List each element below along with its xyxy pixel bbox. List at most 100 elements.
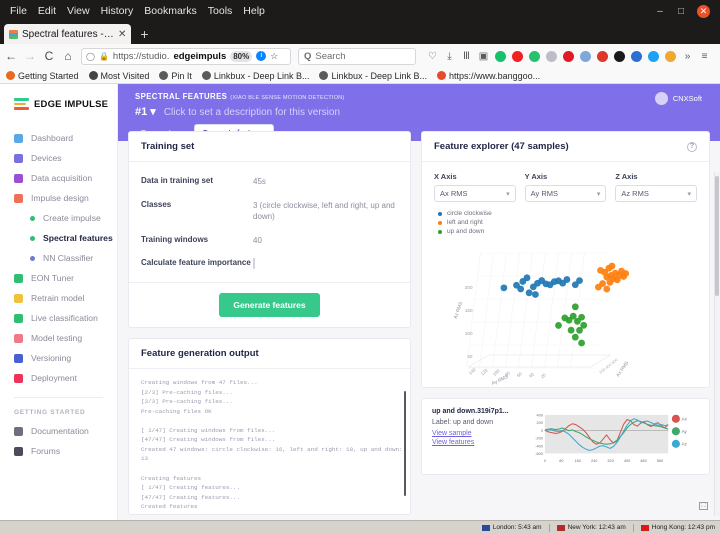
menu-item-tools[interactable]: Tools xyxy=(208,5,233,17)
menu-item-help[interactable]: Help xyxy=(243,5,265,17)
sidebar-icon[interactable]: ▣ xyxy=(478,51,489,62)
twitter-icon[interactable] xyxy=(648,50,659,62)
user-account[interactable]: CNXSoft xyxy=(654,92,702,105)
downloads-icon[interactable]: ⤓ xyxy=(444,51,455,62)
hamburger-menu-icon[interactable]: ≡ xyxy=(699,51,710,62)
feature-importance-checkbox[interactable] xyxy=(253,258,255,270)
fullscreen-icon[interactable]: ⛶ xyxy=(699,502,708,510)
scatter-point[interactable] xyxy=(622,270,630,277)
timeseries-legend-dot-Ay[interactable] xyxy=(671,427,680,436)
sidebar-item-create-impulse[interactable]: Create impulse xyxy=(0,208,117,228)
menu-item-file[interactable]: File xyxy=(10,5,27,17)
dark-extension-icon[interactable] xyxy=(614,50,625,62)
view-features-link[interactable]: View features xyxy=(432,439,510,446)
scatter-point[interactable] xyxy=(595,283,602,291)
sidebar-item-data-acquisition[interactable]: Data acquisition xyxy=(0,168,117,188)
search-input[interactable]: Search xyxy=(315,51,345,62)
new-tab-button[interactable]: + xyxy=(131,26,157,44)
maximize-button[interactable]: □ xyxy=(676,6,686,17)
menu-bar[interactable]: File Edit View History Bookmarks Tools H… xyxy=(6,5,265,17)
pocket-icon[interactable]: ♡ xyxy=(427,51,438,62)
scatter-series-up-and-down[interactable] xyxy=(555,303,588,347)
scatter-point[interactable] xyxy=(513,281,520,289)
brand-logo[interactable]: EDGE IMPULSE xyxy=(0,94,117,110)
menu-item-edit[interactable]: Edit xyxy=(38,5,56,17)
sidebar-item-live-classification[interactable]: Live classification xyxy=(0,308,117,328)
menu-item-history[interactable]: History xyxy=(101,5,134,17)
minimize-button[interactable]: – xyxy=(655,6,665,17)
overflow-icon[interactable]: » xyxy=(682,51,693,62)
x-axis-select[interactable]: Ax RMS ▾ xyxy=(434,185,516,202)
scatter-point[interactable] xyxy=(576,326,583,334)
close-button[interactable]: ✕ xyxy=(697,4,710,18)
bookmark-item[interactable]: https://www.banggoo... xyxy=(437,71,540,81)
browser-tab[interactable]: Spectral features - XIAO ✕ xyxy=(4,24,132,44)
scatter-series-circle-clockwise[interactable] xyxy=(500,274,583,298)
version-selector[interactable]: #1 ▾ xyxy=(135,105,156,118)
taskbar-clock[interactable]: Hong Kong: 12:43 pm xyxy=(640,524,715,531)
scatter-point[interactable] xyxy=(571,303,579,311)
honey-icon[interactable] xyxy=(665,50,676,62)
page-scrollbar-thumb[interactable] xyxy=(715,176,719,296)
scatter-point[interactable] xyxy=(555,322,562,329)
sidebar-item-model-testing[interactable]: Model testing xyxy=(0,328,117,348)
scatter-point[interactable] xyxy=(571,333,579,341)
timeseries-legend-dot-Az[interactable] xyxy=(671,439,680,448)
red-extension-icon[interactable] xyxy=(512,50,523,62)
search-bar[interactable]: Q Search xyxy=(298,47,416,65)
chat-extension-icon[interactable] xyxy=(529,50,540,62)
shield-extension-icon[interactable] xyxy=(597,50,608,62)
legend-item[interactable]: left and right xyxy=(438,219,697,226)
scatter-point[interactable] xyxy=(525,289,533,297)
view-sample-link[interactable]: View sample xyxy=(432,430,510,437)
sidebar-item-spectral-features[interactable]: Spectral features xyxy=(0,228,117,248)
sidebar-item-documentation[interactable]: Documentation xyxy=(0,421,117,441)
generate-features-button[interactable]: Generate features xyxy=(219,292,320,317)
scatter-point[interactable] xyxy=(563,276,571,283)
scatter-point[interactable] xyxy=(578,313,585,321)
taskbar-clock[interactable]: New York: 12:43 am xyxy=(556,524,626,531)
sidebar-item-nn-classifier[interactable]: NN Classifier xyxy=(0,248,117,268)
scatter-point[interactable] xyxy=(578,339,585,347)
grammarly-icon[interactable] xyxy=(495,50,506,62)
sidebar-item-eon-tuner[interactable]: EON Tuner xyxy=(0,268,117,288)
scatter-plot[interactable]: 50 100 150 200 Az RMS 140 120 100 80 60 40 20 Ay RMS… xyxy=(428,237,703,387)
menu-item-view[interactable]: View xyxy=(67,5,90,17)
log-scrollbar[interactable] xyxy=(403,390,406,496)
back-icon[interactable]: ← xyxy=(5,49,17,63)
sidebar-item-dashboard[interactable]: Dashboard xyxy=(0,128,117,148)
adblock-icon[interactable] xyxy=(563,50,574,62)
scatter-point[interactable] xyxy=(500,284,508,292)
scatter-point[interactable] xyxy=(603,285,611,293)
permissions-icon[interactable]: ◯ xyxy=(86,52,95,61)
zoom-level-badge[interactable]: 80% xyxy=(230,50,253,62)
legend-item[interactable]: up and down xyxy=(438,228,697,235)
bookmark-item[interactable]: Linkbux - Deep Link B... xyxy=(319,71,427,81)
scatter-point[interactable] xyxy=(567,326,575,334)
version-description-input[interactable]: Click to set a description for this vers… xyxy=(164,107,340,118)
help-icon[interactable]: ? xyxy=(687,141,697,152)
reload-icon[interactable]: C xyxy=(43,49,55,63)
y-axis-select[interactable]: Ay RMS ▾ xyxy=(524,185,607,202)
globe-extension-icon[interactable] xyxy=(546,50,557,62)
tab-close-icon[interactable]: ✕ xyxy=(118,29,126,40)
sidebar-item-impulse-design[interactable]: Impulse design xyxy=(0,188,117,208)
bookmark-item[interactable]: Pin It xyxy=(159,71,192,81)
library-icon[interactable]: Ⅲ xyxy=(461,51,472,62)
bookmark-item[interactable]: Getting Started xyxy=(6,71,79,81)
scatter-point[interactable] xyxy=(606,278,614,286)
url-bar[interactable]: ◯ 🔒 https://studio. edgeimpuls 80% i ☆ xyxy=(81,47,291,65)
link-extension-icon[interactable] xyxy=(580,50,591,62)
scatter-series-left-and-right[interactable] xyxy=(595,262,630,293)
scatter-point[interactable] xyxy=(608,262,616,270)
sidebar-item-deployment[interactable]: Deployment xyxy=(0,368,117,388)
bookmark-item[interactable]: Linkbux - Deep Link B... xyxy=(201,71,309,81)
sidebar-item-versioning[interactable]: Versioning xyxy=(0,348,117,368)
tracking-protection-icon[interactable]: i xyxy=(256,51,267,61)
taskbar-clock[interactable]: London: 5:43 am xyxy=(481,524,542,531)
bookmark-star-icon[interactable]: ☆ xyxy=(270,51,278,62)
timeseries-legend-dot-Ax[interactable] xyxy=(671,414,680,423)
z-axis-select[interactable]: Az RMS ▾ xyxy=(615,185,698,202)
sidebar-item-forums[interactable]: Forums xyxy=(0,441,117,461)
blue-extension-icon[interactable] xyxy=(631,50,642,62)
